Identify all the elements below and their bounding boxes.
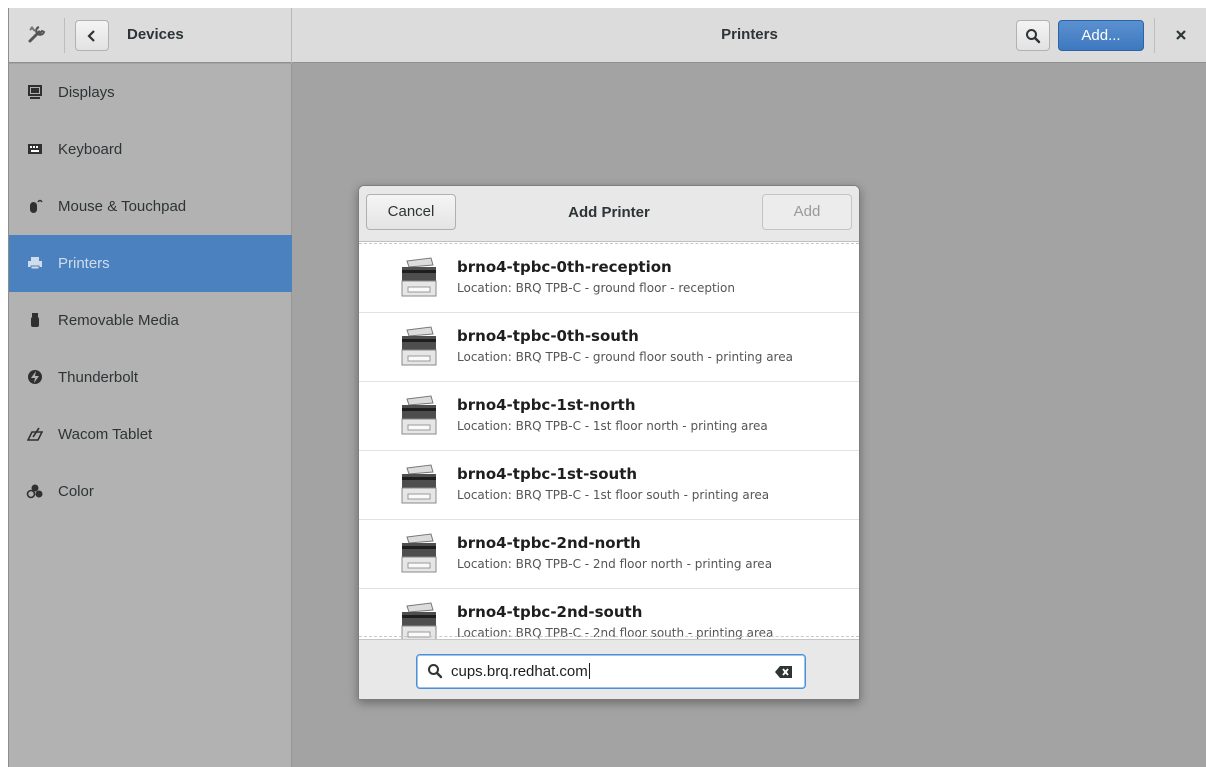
printer-icon (401, 533, 437, 573)
sidebar-item-thunderbolt[interactable]: Thunderbolt (9, 349, 292, 406)
search-icon (1026, 29, 1041, 44)
dialog-add-button[interactable]: Add (762, 194, 852, 230)
close-button[interactable] (1169, 23, 1193, 47)
printer-icon (401, 602, 437, 639)
add-printer-button[interactable]: Add... (1058, 20, 1144, 51)
tools-icon[interactable] (25, 23, 49, 47)
printer-icon (401, 464, 437, 504)
panel-title: Devices (127, 26, 184, 43)
printer-row[interactable]: brno4-tpbc-2nd-south Location: BRQ TPB-C… (359, 589, 859, 639)
sidebar-item-label: Displays (58, 84, 115, 101)
display-icon (25, 84, 45, 102)
printer-row[interactable]: brno4-tpbc-2nd-north Location: BRQ TPB-C… (359, 520, 859, 589)
printer-location: Location: BRQ TPB-C - ground floor - rec… (457, 281, 735, 295)
printer-location: Location: BRQ TPB-C - ground floor south… (457, 350, 793, 364)
printer-name: brno4-tpbc-0th-south (457, 327, 639, 345)
printer-name: brno4-tpbc-1st-south (457, 465, 638, 483)
printer-row[interactable]: brno4-tpbc-1st-south Location: BRQ TPB-C… (359, 451, 859, 520)
sidebar-item-color[interactable]: Color (9, 463, 292, 520)
clear-text-icon[interactable] (775, 665, 793, 679)
thunderbolt-icon (25, 369, 45, 387)
sidebar: Displays Keyboard Mouse & Touchpad Print… (9, 64, 292, 767)
sidebar-item-wacom-tablet[interactable]: Wacom Tablet (9, 406, 292, 463)
search-button[interactable] (1016, 20, 1050, 51)
printer-name: brno4-tpbc-0th-reception (457, 258, 672, 276)
header-separator (1154, 18, 1155, 53)
printer-row[interactable]: brno4-tpbc-0th-reception Location: BRQ T… (359, 244, 859, 313)
sidebar-item-keyboard[interactable]: Keyboard (9, 121, 292, 178)
printer-location: Location: BRQ TPB-C - 2nd floor south - … (457, 626, 774, 639)
search-icon (428, 664, 443, 679)
printer-icon (401, 395, 437, 435)
sidebar-item-printers[interactable]: Printers (9, 235, 292, 292)
printer-name: brno4-tpbc-1st-north (457, 396, 636, 414)
sidebar-item-label: Mouse & Touchpad (58, 198, 187, 215)
sidebar-item-removable-media[interactable]: Removable Media (9, 292, 292, 349)
header-separator (64, 18, 65, 53)
add-printer-dialog: Cancel Add Printer Add brno4-tpbc-0th-re… (358, 185, 860, 700)
printer-row[interactable]: brno4-tpbc-0th-south Location: BRQ TPB-C… (359, 313, 859, 382)
printer-location: Location: BRQ TPB-C - 1st floor north - … (457, 419, 768, 433)
printer-row[interactable]: brno4-tpbc-1st-north Location: BRQ TPB-C… (359, 382, 859, 451)
printer-search-input[interactable]: cups.brq.redhat.com (416, 654, 806, 689)
sidebar-item-displays[interactable]: Displays (9, 64, 292, 121)
printer-icon (25, 255, 45, 273)
sidebar-item-mouse-touchpad[interactable]: Mouse & Touchpad (9, 178, 292, 235)
mouse-icon (25, 198, 45, 216)
printer-location: Location: BRQ TPB-C - 2nd floor north - … (457, 557, 773, 571)
printer-icon (401, 257, 437, 297)
close-icon (1176, 30, 1186, 40)
sidebar-item-label: Keyboard (58, 141, 123, 158)
settings-window: Devices Printers Add... Displays Keyboar… (8, 8, 1206, 767)
sidebar-item-label: Thunderbolt (58, 369, 139, 386)
sidebar-item-label: Removable Media (58, 312, 179, 329)
printer-name: brno4-tpbc-2nd-north (457, 534, 641, 552)
keyboard-icon (25, 141, 45, 159)
sidebar-item-label: Wacom Tablet (58, 426, 153, 443)
back-button[interactable] (75, 20, 109, 51)
printer-location: Location: BRQ TPB-C - 1st floor south - … (457, 488, 770, 502)
sidebar-item-label: Printers (58, 255, 110, 272)
dialog-footer: cups.brq.redhat.com (359, 639, 859, 699)
usb-icon (25, 312, 45, 330)
dialog-header: Cancel Add Printer Add (359, 186, 859, 242)
search-input-value[interactable]: cups.brq.redhat.com (451, 663, 590, 680)
list-scroll-edge (359, 636, 859, 637)
header-left-pane: Devices (9, 8, 292, 63)
printer-list[interactable]: brno4-tpbc-0th-reception Location: BRQ T… (359, 243, 859, 639)
sidebar-item-label: Color (58, 483, 94, 500)
printer-icon (401, 326, 437, 366)
color-icon (25, 483, 45, 501)
printer-name: brno4-tpbc-2nd-south (457, 603, 643, 621)
tablet-icon (25, 426, 45, 444)
header-bar: Devices Printers Add... (9, 8, 1206, 63)
